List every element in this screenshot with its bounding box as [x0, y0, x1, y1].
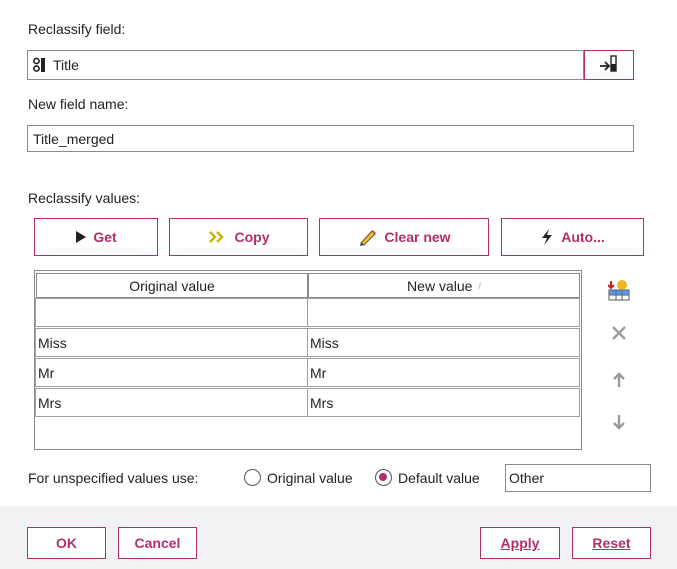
radio-default-value[interactable]: [375, 469, 392, 486]
play-icon: [75, 231, 87, 243]
table-cell-original[interactable]: Mr: [35, 358, 308, 387]
new-field-name-value: Title_merged: [33, 130, 115, 147]
table-cell-new[interactable]: Mrs: [307, 388, 580, 417]
field-picker-button[interactable]: [584, 50, 634, 80]
table-cell-new[interactable]: [307, 298, 580, 327]
new-field-name-label: New field name:: [28, 96, 129, 112]
eraser-pencil-icon: [357, 228, 377, 246]
default-value-input[interactable]: Other: [505, 464, 651, 492]
ok-button[interactable]: OK: [27, 527, 106, 559]
cancel-button[interactable]: Cancel: [118, 527, 197, 559]
move-up-icon[interactable]: [608, 369, 630, 391]
cell-text: Mr: [310, 364, 327, 381]
table-cell-new[interactable]: Miss: [307, 328, 580, 357]
copy-button-label: Copy: [234, 229, 270, 245]
new-field-name-input[interactable]: Title_merged: [27, 125, 634, 152]
cell-text: Mrs: [310, 394, 334, 411]
table-cell-original[interactable]: [35, 298, 308, 327]
reclassify-field-value: Title: [53, 57, 79, 73]
get-button[interactable]: Get: [34, 218, 158, 256]
table-cell-original[interactable]: Miss: [35, 328, 308, 357]
apply-button-label: Apply: [500, 535, 540, 551]
cancel-button-label: Cancel: [134, 535, 181, 551]
lightning-icon: [540, 229, 554, 245]
reclassify-table[interactable]: Original value New value / Miss Miss Mr …: [34, 270, 582, 450]
column-header-original[interactable]: Original value: [36, 273, 308, 298]
apply-button[interactable]: Apply: [480, 527, 560, 559]
clear-new-button[interactable]: Clear new: [319, 218, 489, 256]
copy-button[interactable]: Copy: [169, 218, 308, 256]
field-picker-icon: [598, 54, 620, 76]
radio-original-value-label: Original value: [267, 470, 353, 486]
reclassify-field-label: Reclassify field:: [28, 21, 126, 37]
cell-text: Mrs: [38, 394, 62, 411]
cell-text: Mr: [38, 364, 55, 381]
auto-button-label: Auto...: [561, 229, 605, 245]
auto-button[interactable]: Auto...: [501, 218, 644, 256]
clear-new-button-label: Clear new: [384, 229, 451, 245]
nominal-field-icon: [33, 57, 46, 73]
unspecified-values-label: For unspecified values use:: [28, 470, 199, 486]
radio-default-value-label: Default value: [398, 470, 480, 486]
sort-indicator-icon: /: [478, 280, 481, 291]
cell-text: Miss: [310, 334, 339, 351]
reset-button[interactable]: Reset: [572, 527, 651, 559]
column-header-original-label: Original value: [129, 277, 215, 294]
column-header-new-label: New value: [407, 277, 473, 294]
ok-button-label: OK: [56, 535, 77, 551]
reclassify-field-select[interactable]: Title: [27, 50, 584, 80]
table-cell-new[interactable]: Mr: [307, 358, 580, 387]
radio-original-value[interactable]: [244, 469, 261, 486]
cell-text: Miss: [38, 334, 67, 351]
reset-button-label: Reset: [592, 535, 631, 551]
get-button-label: Get: [93, 229, 117, 245]
insert-row-icon[interactable]: [608, 279, 630, 301]
delete-row-icon[interactable]: [608, 322, 630, 344]
column-header-new[interactable]: New value /: [308, 273, 580, 298]
double-chevron-icon: [208, 230, 228, 244]
move-down-icon[interactable]: [608, 411, 630, 433]
table-cell-original[interactable]: Mrs: [35, 388, 308, 417]
default-value-text: Other: [509, 470, 545, 486]
reclassify-values-label: Reclassify values:: [28, 190, 141, 206]
